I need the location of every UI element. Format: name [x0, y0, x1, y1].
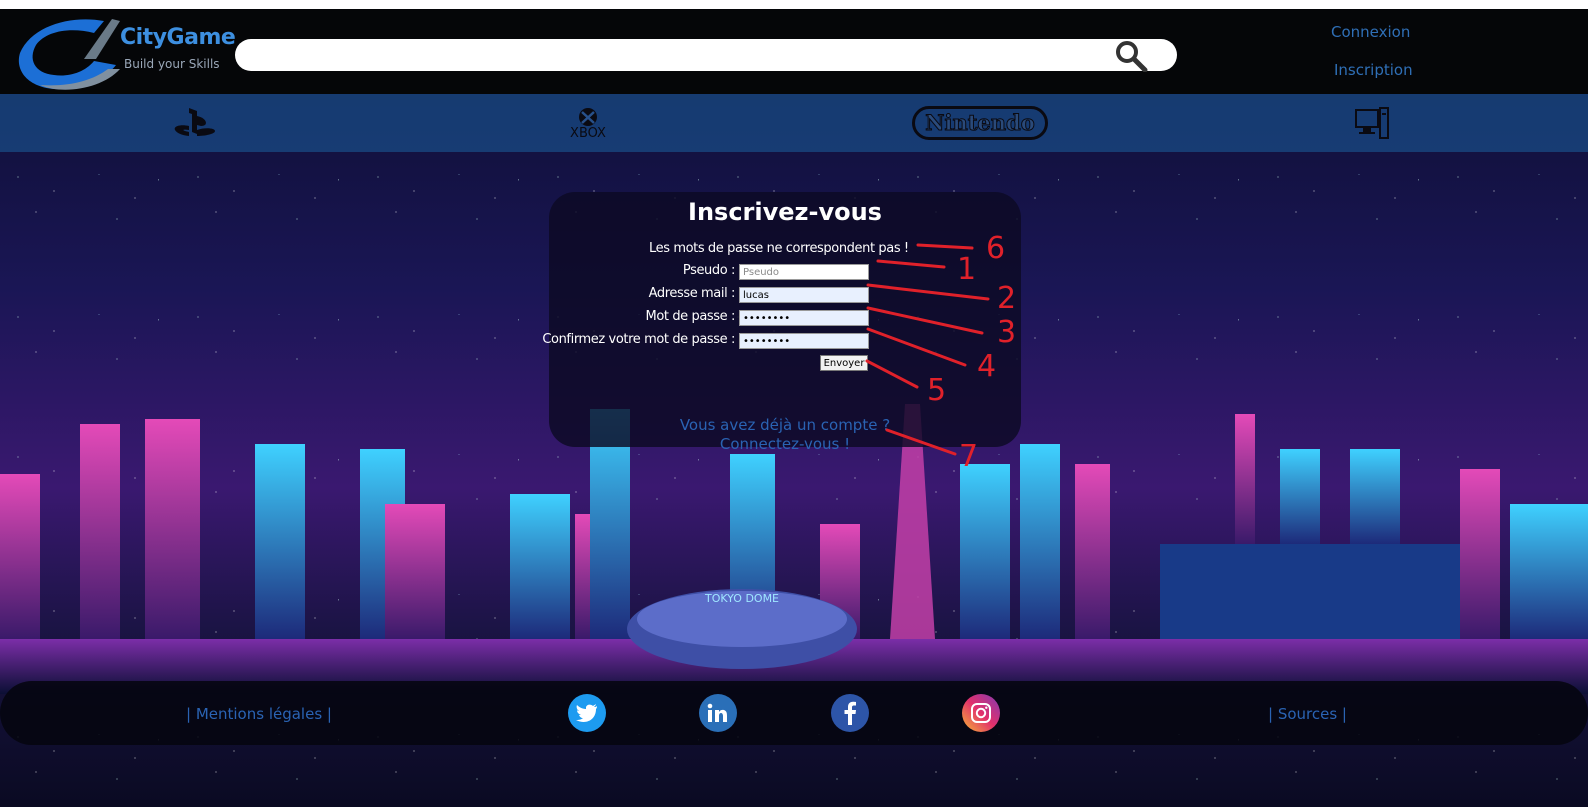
console-nav-bar: XBOX Nintendo: [0, 94, 1588, 152]
annotation-number-7: 7: [959, 439, 979, 474]
tokyo-dome-label: TOKYO DOME: [704, 592, 779, 605]
nintendo-nav-item[interactable]: Nintendo: [908, 94, 1052, 152]
playstation-icon: [174, 108, 215, 136]
login-redirect-link[interactable]: Connectez-vous !: [549, 435, 1021, 453]
signup-form-card: Inscrivez-vous Les mots de passe ne corr…: [542, 192, 1021, 453]
pc-icon: [1355, 107, 1389, 139]
top-header: CityGame Build your Skills Connexion Ins…: [0, 9, 1588, 94]
facebook-icon[interactable]: [831, 694, 869, 732]
password-input[interactable]: [739, 310, 869, 326]
form-title: Inscrivez-vous: [688, 198, 882, 226]
twitter-icon[interactable]: [568, 694, 606, 732]
login-link[interactable]: Connexion: [1331, 23, 1410, 41]
legal-notice-link[interactable]: | Mentions légales |: [186, 705, 332, 723]
footer: | Mentions légales | | Sources |: [0, 681, 1588, 745]
nintendo-logo: Nintendo: [912, 106, 1048, 140]
confirm-password-label: Confirmez votre mot de passe :: [542, 332, 735, 347]
annotation-number-5: 5: [927, 373, 947, 408]
email-input[interactable]: [739, 287, 869, 303]
email-label: Adresse mail :: [648, 286, 736, 301]
signup-link[interactable]: Inscription: [1334, 61, 1413, 79]
annotation-number-2: 2: [997, 281, 1017, 316]
search-icon[interactable]: [1114, 40, 1148, 72]
annotation-number-6: 6: [986, 231, 1006, 266]
pseudo-label: Pseudo :: [682, 263, 736, 278]
xbox-label: XBOX: [570, 125, 606, 141]
page-background: TOKYO DOME CityGame Build your Skills Co…: [0, 9, 1588, 807]
search-input[interactable]: [235, 39, 1177, 71]
pc-nav-item[interactable]: [1352, 94, 1392, 152]
linkedin-icon[interactable]: [699, 694, 737, 732]
annotation-number-3: 3: [997, 315, 1017, 350]
annotation-number-1: 1: [957, 252, 977, 287]
confirm-password-input[interactable]: [739, 333, 869, 349]
instagram-icon[interactable]: [962, 694, 1000, 732]
have-account-text: Vous avez déjà un compte ?: [679, 416, 891, 434]
xbox-icon: [579, 107, 597, 126]
password-label: Mot de passe :: [645, 309, 736, 324]
logo-subtitle: Build your Skills: [124, 57, 220, 71]
xbox-nav-item[interactable]: XBOX: [558, 94, 618, 152]
password-mismatch-error: Les mots de passe ne correspondent pas !: [649, 241, 909, 256]
playstation-nav-item[interactable]: [165, 94, 225, 152]
logo-title: CityGame: [120, 25, 236, 50]
annotation-number-4: 4: [977, 349, 997, 384]
submit-button[interactable]: Envoyer: [820, 355, 868, 371]
sources-link[interactable]: | Sources |: [1268, 705, 1347, 723]
pseudo-input[interactable]: [739, 264, 869, 280]
